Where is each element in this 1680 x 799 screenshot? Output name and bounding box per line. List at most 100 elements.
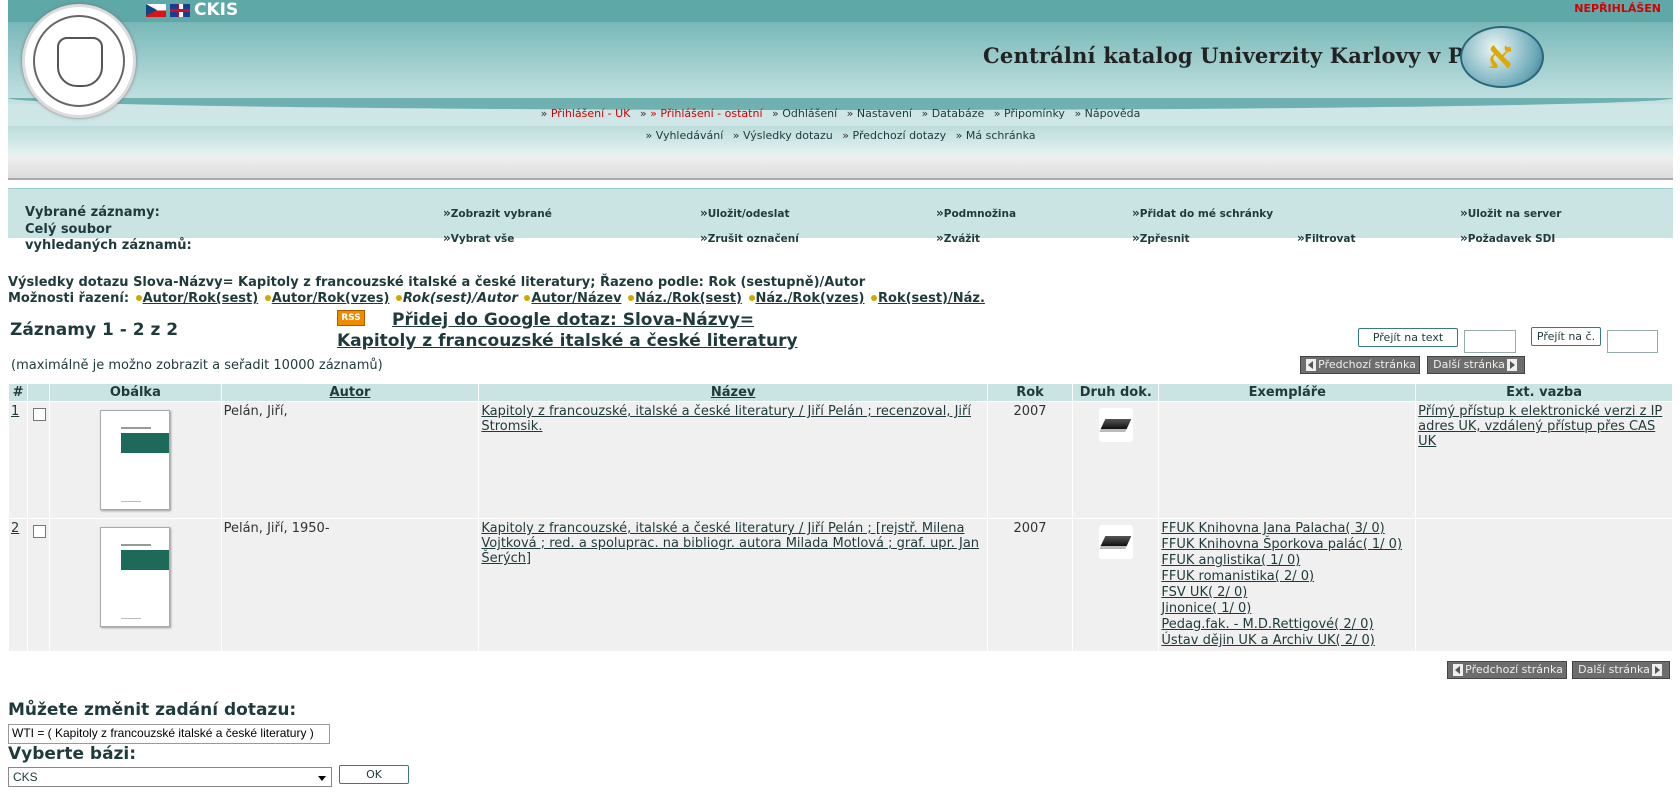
menu-settings[interactable]: » Nastavení	[847, 107, 912, 120]
sort-label: Možnosti řazení:	[8, 291, 130, 306]
next-page-button-top[interactable]: Další stránka	[1427, 356, 1525, 374]
year-cell: 2007	[987, 402, 1073, 518]
menu-results[interactable]: » Výsledky dotazu	[733, 129, 833, 142]
book-cover-image[interactable]	[100, 410, 171, 510]
clear-selection-link[interactable]: »Zrušit označení	[700, 231, 799, 245]
col-cover: Obálka	[50, 384, 221, 401]
ext-access-link[interactable]: Přímý přístup k elektronické verzi z IP …	[1418, 404, 1662, 449]
col-ext-link: Ext. vazba	[1416, 384, 1672, 401]
subset-link[interactable]: »Podmnožina	[936, 206, 1016, 220]
catalog-title: Centrální katalog Univerzity Karlovy v P…	[983, 43, 1515, 68]
copy-location-link[interactable]: FFUK romanistika( 2/ 0)	[1161, 569, 1413, 585]
results-table: # Obálka Autor Název Rok Druh dok. Exemp…	[8, 383, 1673, 652]
table-row: 2 Pelán, Jiří, 1950- Kapitoly z francouz…	[9, 519, 1672, 651]
copy-location-link[interactable]: Jinonice( 1/ 0)	[1161, 601, 1413, 617]
copy-location-link[interactable]: FFUK anglistika( 1/ 0)	[1161, 553, 1413, 569]
query-input[interactable]: WTI = ( Kapitoly z francouzské italské a…	[8, 724, 330, 744]
title-link[interactable]: Kapitoly z francouzské, italské a české …	[481, 521, 979, 566]
ext-link-cell	[1416, 519, 1672, 651]
save-to-server-link[interactable]: »Uložit na server	[1460, 206, 1561, 220]
arrow-left-icon	[1306, 359, 1317, 371]
sort-author-year-asc[interactable]: Autor/Rok(vzes)	[272, 291, 390, 306]
sort-title-year-asc[interactable]: Náz./Rok(vzes)	[756, 291, 865, 306]
arrow-left-icon	[1453, 664, 1464, 676]
menu-logout[interactable]: » Odhlášení	[772, 107, 837, 120]
author-cell: Pelán, Jiří, 1950-	[221, 519, 479, 651]
col-author[interactable]: Autor	[221, 384, 479, 401]
whole-set-label-1: Celý soubor	[25, 222, 112, 237]
table-header-row: # Obálka Autor Název Rok Druh dok. Exemp…	[9, 384, 1672, 401]
login-status: NEPŘIHLÁŠEN	[1574, 2, 1661, 15]
title-link[interactable]: Kapitoly z francouzské, italské a české …	[481, 404, 971, 434]
menu-help[interactable]: » Nápověda	[1074, 107, 1140, 120]
main-menu: » Přihlášení - UK » » Přihlášení - ostat…	[8, 107, 1673, 120]
sort-options: Možnosti řazení: Autor/Rok(sest) Autor/R…	[8, 291, 985, 306]
select-base-label: Vyberte bázi:	[8, 744, 137, 764]
col-copies: Exempláře	[1159, 384, 1416, 401]
records-count: Záznamy 1 - 2 z 2	[10, 320, 179, 340]
brand-name: CKIS	[194, 0, 239, 20]
sort-title-year-desc[interactable]: Náz./Rok(sest)	[635, 291, 742, 306]
copy-location-link[interactable]: Ústav dějin UK a Archiv UK( 2/ 0)	[1161, 633, 1413, 649]
copies-cell	[1159, 402, 1416, 518]
refine-link[interactable]: »Zpřesnit	[1132, 231, 1190, 245]
book-icon	[1098, 525, 1133, 559]
copy-location-link[interactable]: FFUK Knihovna Šporkova palác( 1/ 0)	[1161, 537, 1413, 553]
col-title[interactable]: Název	[479, 384, 987, 401]
menu-search[interactable]: » Vyhledávání	[645, 129, 723, 142]
change-query-label: Můžete změnit zadání dotazu:	[8, 700, 297, 720]
header: CKIS NEPŘIHLÁŠEN Centrální katalog Unive…	[8, 0, 1673, 180]
row-number-link[interactable]: 1	[11, 404, 19, 419]
base-select[interactable]: CKS	[8, 767, 332, 787]
goto-number-input[interactable]	[1607, 330, 1658, 353]
copy-location-link[interactable]: FFUK Knihovna Jana Palacha( 3/ 0)	[1161, 521, 1413, 537]
menu-my-basket[interactable]: » Má schránka	[956, 129, 1036, 142]
menu-comments[interactable]: » Připomínky	[994, 107, 1065, 120]
goto-text-input[interactable]	[1464, 330, 1516, 353]
select-all-link[interactable]: »Vybrat vše	[443, 231, 514, 245]
col-checkbox	[28, 384, 50, 401]
book-icon	[1098, 408, 1133, 442]
czech-flag-icon[interactable]	[146, 4, 166, 17]
copy-location-link[interactable]: FSV UK( 2/ 0)	[1161, 585, 1413, 601]
col-number: #	[9, 384, 28, 401]
save-send-link[interactable]: »Uložit/odeslat	[700, 206, 789, 220]
header-divider	[8, 156, 1673, 180]
col-year: Rok	[987, 384, 1073, 401]
row-checkbox[interactable]	[33, 525, 47, 538]
records-toolbar: Vybrané záznamy: Celý soubor vyhledaných…	[8, 188, 1673, 253]
sort-author-year-desc[interactable]: Autor/Rok(sest)	[143, 291, 259, 306]
menu-login-other[interactable]: » » Přihlášení - ostatní	[640, 107, 763, 120]
google-query-link[interactable]: Přidej do Google dotaz: Slova-Názvy= Kap…	[337, 310, 817, 352]
weight-link[interactable]: »Zvážit	[936, 231, 980, 245]
sort-author-title[interactable]: Autor/Název	[531, 291, 621, 306]
goto-number-button[interactable]: Přejít na č.	[1531, 327, 1601, 346]
sdi-request-link[interactable]: »Požadavek SDI	[1460, 231, 1555, 245]
university-seal-logo	[22, 4, 136, 118]
show-selected-link[interactable]: »Zobrazit vybrané	[443, 206, 552, 220]
book-cover-image[interactable]	[100, 527, 171, 627]
prev-page-button-bottom[interactable]: Předchozí stránka	[1447, 661, 1567, 679]
menu-login-uk[interactable]: » Přihlášení - UK	[541, 107, 631, 120]
add-to-basket-link[interactable]: »Přidat do mé schránky	[1132, 206, 1273, 220]
author-cell: Pelán, Jiří,	[221, 402, 479, 518]
year-cell: 2007	[987, 519, 1073, 651]
sort-year-author-current: Rok(sest)/Autor	[402, 291, 518, 306]
goto-text-button[interactable]: Přejít na text	[1358, 328, 1458, 347]
menu-databases[interactable]: » Databáze	[921, 107, 984, 120]
filter-link[interactable]: »Filtrovat	[1297, 231, 1356, 245]
next-page-button-bottom[interactable]: Další stránka	[1572, 661, 1670, 679]
copy-location-link[interactable]: Pedag.fak. - M.D.Rettigové( 2/ 0)	[1161, 617, 1413, 633]
menu-previous-queries[interactable]: » Předchozí dotazy	[842, 129, 946, 142]
max-records-note: (maximálně je možno zobrazit a seřadit 1…	[11, 358, 383, 373]
arrow-right-icon	[1651, 664, 1662, 676]
prev-page-button-top[interactable]: Předchozí stránka	[1300, 356, 1420, 374]
sort-year-title[interactable]: Rok(sest)/Náz.	[878, 291, 985, 306]
col-doc-type: Druh dok.	[1073, 384, 1159, 401]
table-row: 1 Pelán, Jiří, Kapitoly z francouzské, i…	[9, 402, 1672, 518]
rss-icon[interactable]: RSS	[337, 310, 365, 326]
english-flag-icon[interactable]	[170, 4, 190, 17]
ok-button[interactable]: OK	[339, 765, 409, 784]
row-checkbox[interactable]	[33, 408, 47, 421]
row-number-link[interactable]: 2	[11, 521, 19, 536]
